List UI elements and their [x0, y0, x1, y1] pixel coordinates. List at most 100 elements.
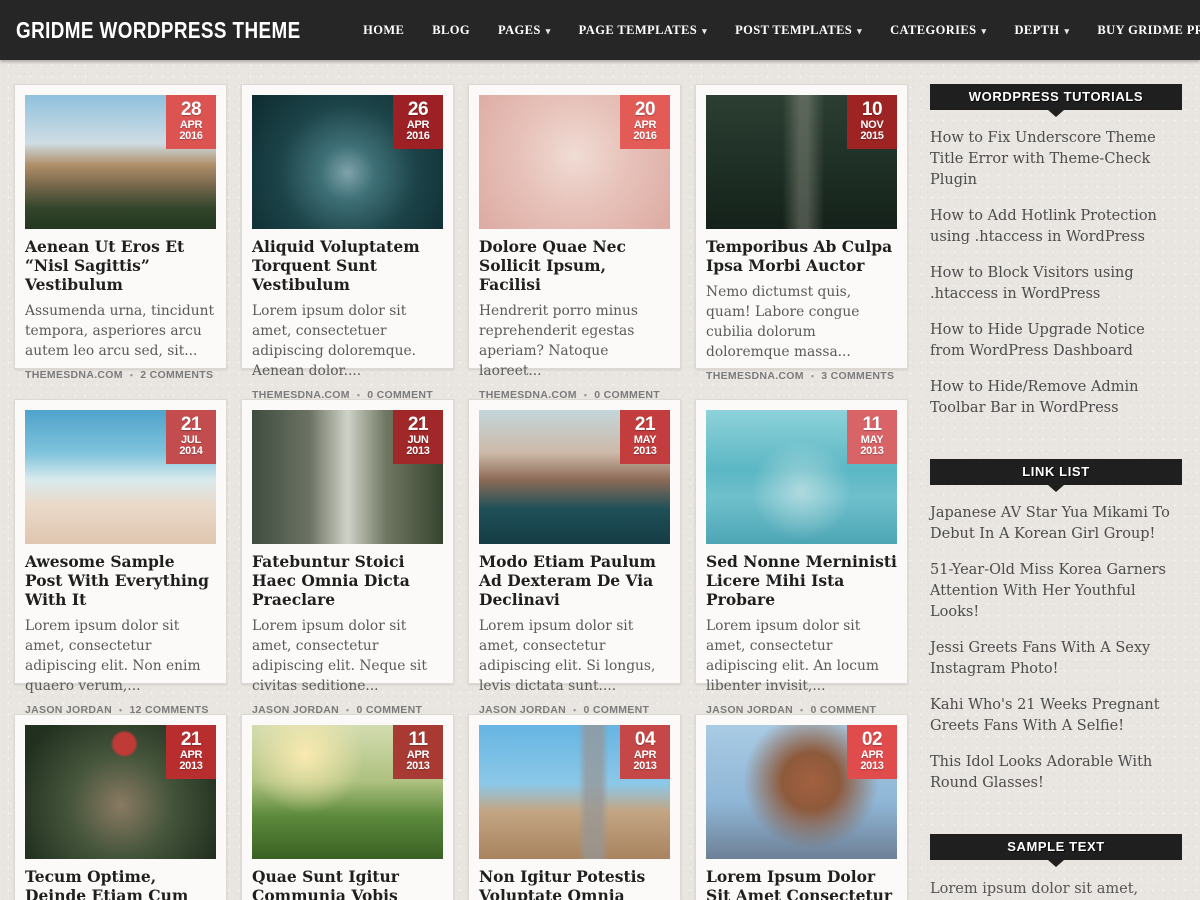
widget-link[interactable]: This Idol Looks Adorable With Round Glas… [930, 752, 1182, 794]
post-title[interactable]: Aliquid Voluptatem Torquent Sunt Vestibu… [252, 238, 443, 295]
widget-link[interactable]: How to Block Visitors using .htaccess in… [930, 263, 1182, 305]
nav-item-label: DEPTH [1014, 23, 1059, 38]
chevron-down-icon: ▾ [546, 26, 551, 37]
nav-item-blog[interactable]: BLOG [432, 23, 470, 38]
post-card: 21 APR 2013 Tecum Optime, Deinde Etiam C… [14, 714, 227, 900]
post-card: 21 JUN 2013 Fatebuntur Stoici Haec Omnia… [241, 399, 454, 684]
post-title[interactable]: Sed Nonne Merninisti Licere Mihi Ista Pr… [706, 553, 897, 610]
post-date-day: 26 [397, 100, 439, 120]
post-author[interactable]: THEMESDNA.COM [25, 369, 123, 381]
post-thumbnail[interactable]: 21 JUN 2013 [252, 410, 443, 544]
post-title[interactable]: Modo Etiam Paulum Ad Dexteram De Via Dec… [479, 553, 670, 610]
post-date-day: 20 [624, 100, 666, 120]
post-date-day: 11 [851, 415, 893, 435]
site-logo[interactable]: GRIDME WORDPRESS THEME [16, 17, 301, 44]
widget-link[interactable]: How to Hide/Remove Admin Toolbar Bar in … [930, 377, 1182, 419]
post-card: 11 MAY 2013 Sed Nonne Merninisti Licere … [695, 399, 908, 684]
post-thumbnail[interactable]: 21 APR 2013 [25, 725, 216, 859]
nav-item-pages[interactable]: PAGES ▾ [498, 23, 551, 38]
meta-separator-icon: • [130, 370, 133, 380]
post-date-year: 2016 [624, 131, 666, 143]
nav-item-label: BLOG [432, 23, 470, 38]
sidebar-widget-wordpress-tutorials: WORDPRESS TUTORIALS How to Fix Underscor… [930, 84, 1182, 419]
post-date-badge: 28 APR 2016 [166, 95, 216, 149]
post-date-badge: 04 APR 2013 [620, 725, 670, 779]
post-card: 20 APR 2016 Dolore Quae Nec Sollicit Ips… [468, 84, 681, 369]
post-card: 26 APR 2016 Aliquid Voluptatem Torquent … [241, 84, 454, 369]
post-date-year: 2013 [851, 761, 893, 773]
post-title[interactable]: Quae Sunt Igitur Communia Vobis Cum [252, 868, 443, 900]
widget-link[interactable]: Japanese AV Star Yua Mikami To Debut In … [930, 503, 1182, 545]
post-thumbnail[interactable]: 28 APR 2016 [25, 95, 216, 229]
post-date-year: 2013 [851, 446, 893, 458]
nav-item-buy-gridme-pro[interactable]: BUY GRIDME PRO [1097, 23, 1200, 38]
post-date-badge: 26 APR 2016 [393, 95, 443, 149]
widget-link[interactable]: Jessi Greets Fans With A Sexy Instagram … [930, 638, 1182, 680]
post-date-badge: 11 MAY 2013 [847, 410, 897, 464]
post-date-badge: 10 NOV 2015 [847, 95, 897, 149]
nav-item-depth[interactable]: DEPTH ▾ [1014, 23, 1069, 38]
main-nav: HOME BLOG PAGES ▾ PAGE TEMPLATES ▾ POST … [363, 23, 1200, 38]
post-excerpt: Lorem ipsum dolor sit amet, consectetur … [706, 616, 897, 696]
post-title[interactable]: Fatebuntur Stoici Haec Omnia Dicta Praec… [252, 553, 443, 610]
widget-link[interactable]: How to Add Hotlink Protection using .hta… [930, 206, 1182, 248]
post-thumbnail[interactable]: 11 MAY 2013 [706, 410, 897, 544]
post-title[interactable]: Aenean Ut Eros Et “Nisl Sagittis” Vestib… [25, 238, 216, 295]
nav-item-home[interactable]: HOME [363, 23, 404, 38]
post-thumbnail[interactable]: 26 APR 2016 [252, 95, 443, 229]
nav-item-categories[interactable]: CATEGORIES ▾ [890, 23, 986, 38]
post-date-badge: 20 APR 2016 [620, 95, 670, 149]
post-thumbnail[interactable]: 02 APR 2013 [706, 725, 897, 859]
post-thumbnail[interactable]: 21 MAY 2013 [479, 410, 670, 544]
widget-link[interactable]: Kahi Who's 21 Weeks Pregnant Greets Fans… [930, 695, 1182, 737]
post-date-year: 2015 [851, 131, 893, 143]
post-title[interactable]: Non Igitur Potestis Voluptate Omnia [479, 868, 670, 900]
post-author[interactable]: THEMESDNA.COM [706, 370, 804, 382]
post-date-year: 2016 [170, 131, 212, 143]
sidebar-widget-sample-text: SAMPLE TEXT Lorem ipsum dolor sit amet, … [930, 834, 1182, 900]
post-card: 21 MAY 2013 Modo Etiam Paulum Ad Dextera… [468, 399, 681, 684]
post-thumbnail[interactable]: 21 JUL 2014 [25, 410, 216, 544]
widget-text: Lorem ipsum dolor sit amet, consectetur … [930, 878, 1182, 900]
nav-item-label: POST TEMPLATES [735, 23, 852, 38]
post-meta: THEMESDNA.COM • 3 COMMENTS [706, 370, 897, 382]
post-excerpt: Lorem ipsum dolor sit amet, consectetuer… [252, 301, 443, 381]
post-date-year: 2013 [624, 761, 666, 773]
post-thumbnail[interactable]: 11 APR 2013 [252, 725, 443, 859]
post-excerpt: Nemo dictumst quis, quam! Labore congue … [706, 282, 897, 362]
post-title[interactable]: Tecum Optime, Deinde Etiam Cum Mediocri [25, 868, 216, 900]
post-card: 11 APR 2013 Quae Sunt Igitur Communia Vo… [241, 714, 454, 900]
widget-title-text: LINK LIST [1022, 464, 1090, 479]
post-date-day: 21 [170, 730, 212, 750]
post-title[interactable]: Awesome Sample Post With Everything With… [25, 553, 216, 610]
chevron-down-icon: ▾ [702, 26, 707, 37]
post-date-day: 21 [170, 415, 212, 435]
nav-item-post-templates[interactable]: POST TEMPLATES ▾ [735, 23, 862, 38]
chevron-down-icon: ▾ [857, 26, 862, 37]
post-thumbnail[interactable]: 04 APR 2013 [479, 725, 670, 859]
post-title[interactable]: Temporibus Ab Culpa Ipsa Morbi Auctor [706, 238, 897, 276]
post-card: 02 APR 2013 Lorem Ipsum Dolor Sit Amet C… [695, 714, 908, 900]
post-card: 28 APR 2016 Aenean Ut Eros Et “Nisl Sagi… [14, 84, 227, 369]
post-date-year: 2013 [397, 446, 439, 458]
widget-title-text: SAMPLE TEXT [1007, 839, 1105, 854]
post-date-year: 2016 [397, 131, 439, 143]
post-title[interactable]: Dolore Quae Nec Sollicit Ipsum, Facilisi [479, 238, 670, 295]
post-excerpt: Assumenda urna, tincidunt tempora, asper… [25, 301, 216, 361]
chevron-down-icon: ▾ [982, 26, 987, 37]
widget-link[interactable]: How to Fix Underscore Theme Title Error … [930, 128, 1182, 191]
post-thumbnail[interactable]: 20 APR 2016 [479, 95, 670, 229]
post-card: 21 JUL 2014 Awesome Sample Post With Eve… [14, 399, 227, 684]
post-thumbnail[interactable]: 10 NOV 2015 [706, 95, 897, 229]
widget-link[interactable]: How to Hide Upgrade Notice from WordPres… [930, 320, 1182, 362]
post-date-badge: 21 MAY 2013 [620, 410, 670, 464]
post-date-badge: 21 APR 2013 [166, 725, 216, 779]
post-comments-link[interactable]: 3 COMMENTS [821, 370, 894, 382]
nav-item-page-templates[interactable]: PAGE TEMPLATES ▾ [579, 23, 707, 38]
post-comments-link[interactable]: 2 COMMENTS [140, 369, 213, 381]
widget-title: SAMPLE TEXT [930, 834, 1182, 860]
widget-link[interactable]: 51-Year-Old Miss Korea Garners Attention… [930, 560, 1182, 623]
post-meta: THEMESDNA.COM • 2 COMMENTS [25, 369, 216, 381]
widget-list: How to Fix Underscore Theme Title Error … [930, 128, 1182, 419]
post-title[interactable]: Lorem Ipsum Dolor Sit Amet Consectetur [706, 868, 897, 900]
